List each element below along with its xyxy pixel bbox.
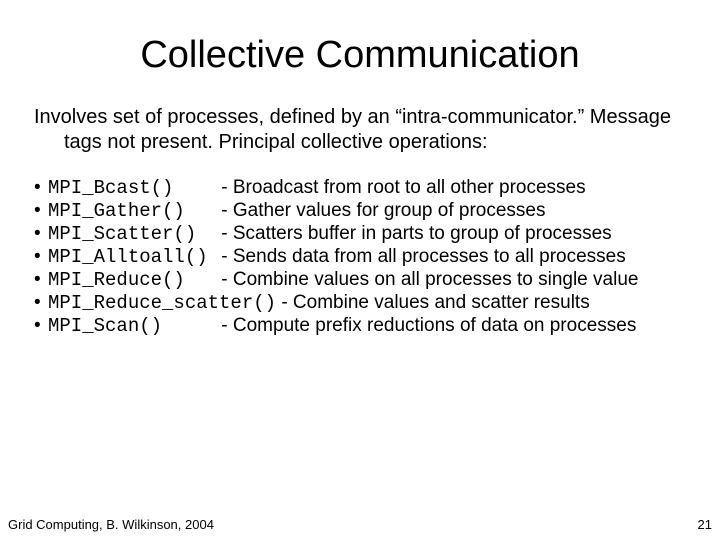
list-item: •MPI_Scan() - Compute prefix reductions …: [34, 315, 720, 337]
mpi-function-description: - Gather values for group of processes: [221, 200, 545, 221]
list-item: •MPI_Reduce_scatter() - Combine values a…: [34, 292, 720, 314]
mpi-function-description: - Scatters buffer in parts to group of p…: [221, 223, 611, 244]
mpi-function-description: - Broadcast from root to all other proce…: [221, 177, 585, 198]
operations-list: •MPI_Bcast() - Broadcast from root to al…: [34, 177, 720, 337]
mpi-function-name: MPI_Reduce_scatter(): [48, 292, 276, 314]
footer-page-number: 21: [698, 517, 712, 532]
list-item: •MPI_Reduce() - Combine values on all pr…: [34, 269, 720, 291]
mpi-function-name: MPI_Alltoall(): [48, 246, 216, 268]
bullet-icon: •: [34, 223, 48, 245]
bullet-icon: •: [34, 200, 48, 222]
list-item: •MPI_Gather() - Gather values for group …: [34, 200, 720, 222]
mpi-function-description: - Combine values on all processes to sin…: [221, 269, 638, 290]
bullet-icon: •: [34, 177, 48, 199]
mpi-function-description: - Combine values and scatter results: [281, 292, 589, 313]
mpi-function-name: MPI_Reduce(): [48, 269, 216, 291]
list-item: •MPI_Bcast() - Broadcast from root to al…: [34, 177, 720, 199]
mpi-function-name: MPI_Bcast(): [48, 177, 216, 199]
mpi-function-name: MPI_Scan(): [48, 315, 216, 337]
list-item: •MPI_Alltoall() - Sends data from all pr…: [34, 246, 720, 268]
mpi-function-name: MPI_Scatter(): [48, 223, 216, 245]
bullet-icon: •: [34, 292, 48, 314]
mpi-function-description: - Sends data from all processes to all p…: [221, 246, 625, 267]
mpi-function-description: - Compute prefix reductions of data on p…: [221, 315, 636, 336]
slide: Collective Communication Involves set of…: [0, 0, 720, 540]
bullet-icon: •: [34, 315, 48, 337]
slide-title: Collective Communication: [0, 0, 720, 95]
footer-source: Grid Computing, B. Wilkinson, 2004: [8, 517, 214, 532]
intro-paragraph: Involves set of processes, defined by an…: [30, 95, 720, 155]
list-item: •MPI_Scatter() - Scatters buffer in part…: [34, 223, 720, 245]
mpi-function-name: MPI_Gather(): [48, 200, 216, 222]
bullet-icon: •: [34, 269, 48, 291]
bullet-icon: •: [34, 246, 48, 268]
